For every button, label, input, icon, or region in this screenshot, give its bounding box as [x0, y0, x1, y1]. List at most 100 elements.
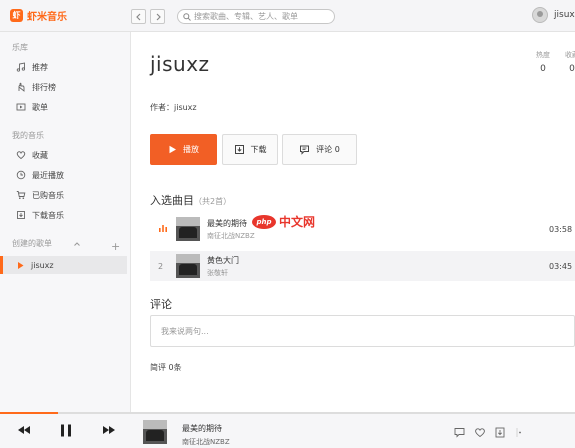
play-icon: [18, 261, 24, 269]
sidebar-item-favorites[interactable]: 收藏: [0, 146, 127, 164]
download-icon[interactable]: [494, 427, 506, 441]
add-playlist-button[interactable]: +: [111, 240, 120, 253]
avatar[interactable]: [532, 7, 548, 23]
sidebar-item-label: 最近播放: [32, 170, 64, 180]
now-playing-title[interactable]: 最美的期待: [182, 423, 222, 434]
song-duration: 03:58: [549, 225, 573, 234]
stat-label: 热度: [536, 51, 550, 59]
back-button[interactable]: [131, 9, 146, 24]
sidebar-item-label: 下载音乐: [32, 210, 64, 220]
watermark-badge: php: [252, 214, 276, 229]
song-artist[interactable]: 张敬轩: [207, 268, 228, 278]
progress-bar[interactable]: [0, 412, 575, 414]
download-label: 下载: [250, 145, 267, 154]
search-icon: [183, 13, 191, 21]
song-title[interactable]: 黄色大门: [207, 255, 239, 266]
chevron-left-icon: [136, 13, 141, 21]
section-library-title: 乐库: [12, 43, 28, 52]
app-name: 虾米音乐: [27, 12, 67, 23]
comment-icon: [300, 145, 310, 155]
comments-section-title: 评论: [150, 298, 172, 311]
sidebar-item-purchased[interactable]: 已购音乐: [0, 186, 127, 204]
download-button[interactable]: 下载: [222, 134, 278, 165]
comment-count-label: 简评: [150, 363, 166, 372]
comment-count-value: 0条: [168, 363, 182, 372]
stat-value: 0: [540, 64, 546, 74]
chevron-up-icon[interactable]: [73, 241, 81, 247]
stat-label: 收藏: [565, 51, 575, 59]
sidebar-item-charts[interactable]: 排行榜: [0, 78, 127, 96]
sidebar-item-label: 歌单: [32, 102, 48, 112]
search-box[interactable]: [177, 9, 335, 24]
song-artist[interactable]: 南征北战NZBZ: [207, 231, 255, 241]
progress-fill: [0, 412, 58, 414]
hand-icon: [18, 82, 25, 92]
clock-icon: [16, 170, 26, 180]
sidebar: 乐库 推荐 排行榜 歌单 我的音乐 收藏 最近播放 已购音乐 下载音乐 创建的歌…: [0, 32, 131, 412]
author-line: 作者：jisuxz: [150, 102, 197, 113]
download-icon: [17, 211, 25, 219]
watermark: php 中文网: [252, 213, 315, 230]
comment-button[interactable]: 评论 0: [282, 134, 357, 165]
more-icon[interactable]: [514, 427, 522, 441]
username[interactable]: jisux: [554, 10, 575, 20]
tracks-section-title: 入选曲目（共2首）: [150, 192, 231, 208]
forward-button[interactable]: [150, 9, 165, 24]
top-bar: 虾 虾米音乐 jisux: [0, 0, 575, 32]
app-logo[interactable]: 虾 虾米音乐: [10, 8, 67, 23]
stat-heat: 热度 0: [531, 50, 555, 74]
playlist-icon: [16, 103, 26, 111]
track-number: 2: [158, 262, 164, 271]
now-playing-cover[interactable]: [143, 420, 167, 444]
comment-label: 评论 0: [316, 145, 340, 154]
comment-count: 简评 0条: [150, 362, 182, 373]
sidebar-item-label: 推荐: [32, 62, 48, 72]
table-row[interactable]: 2 黄色大门 张敬轩 03:45: [150, 251, 575, 281]
download-icon: [234, 145, 244, 154]
song-title[interactable]: 最美的期待: [207, 218, 247, 229]
table-row[interactable]: 最美的期待 南征北战NZBZ 03:58: [150, 214, 575, 244]
pause-icon[interactable]: [60, 424, 72, 437]
section-my-music-title: 我的音乐: [12, 131, 44, 140]
album-cover: [176, 254, 200, 278]
sidebar-item-playlists[interactable]: 歌单: [0, 98, 127, 116]
album-cover: [176, 217, 200, 241]
next-icon[interactable]: [102, 425, 116, 435]
section-created-title: 创建的歌单: [12, 239, 52, 248]
tracks-label: 入选曲目: [150, 194, 194, 207]
heart-icon[interactable]: [474, 427, 486, 441]
play-icon: [169, 145, 176, 154]
comment-input[interactable]: [161, 325, 561, 337]
heart-icon: [16, 151, 26, 160]
sidebar-item-label: jisuxz: [31, 260, 54, 270]
tracks-count: （共2首）: [194, 197, 232, 206]
now-playing-artist[interactable]: 南征北战NZBZ: [182, 437, 230, 447]
play-label: 播放: [183, 145, 199, 154]
main-content: jisuxz 热度 0 收藏 0 作者：jisuxz 播放 下载 评论 0 入选…: [131, 32, 575, 412]
lyrics-icon[interactable]: [454, 427, 466, 441]
search-input[interactable]: [194, 11, 332, 22]
user-menu[interactable]: jisux: [532, 7, 575, 23]
sidebar-item-label: 收藏: [32, 150, 48, 160]
stat-favorites: 收藏 0: [560, 50, 575, 74]
sidebar-item-label: 已购音乐: [32, 190, 64, 200]
playing-indicator-icon: [159, 225, 167, 232]
sidebar-item-playlist-jisuxz[interactable]: jisuxz: [0, 256, 127, 274]
stat-value: 0: [569, 64, 575, 74]
sidebar-item-label: 排行榜: [32, 82, 56, 92]
sidebar-item-recent[interactable]: 最近播放: [0, 166, 127, 184]
watermark-text: 中文网: [279, 215, 316, 229]
song-duration: 03:45: [549, 262, 573, 271]
sidebar-item-downloads[interactable]: 下载音乐: [0, 206, 127, 224]
play-all-button[interactable]: 播放: [150, 134, 217, 165]
author-label: 作者：: [150, 103, 174, 112]
music-note-icon: [16, 62, 26, 72]
player-bar: 最美的期待 南征北战NZBZ: [0, 412, 575, 448]
previous-icon[interactable]: [17, 425, 31, 435]
page-title: jisuxz: [150, 52, 210, 76]
comment-box[interactable]: [150, 315, 575, 347]
sidebar-item-recommend[interactable]: 推荐: [0, 58, 127, 76]
author-name[interactable]: jisuxz: [174, 103, 197, 112]
chevron-right-icon: [156, 13, 161, 21]
cart-icon: [16, 191, 26, 199]
